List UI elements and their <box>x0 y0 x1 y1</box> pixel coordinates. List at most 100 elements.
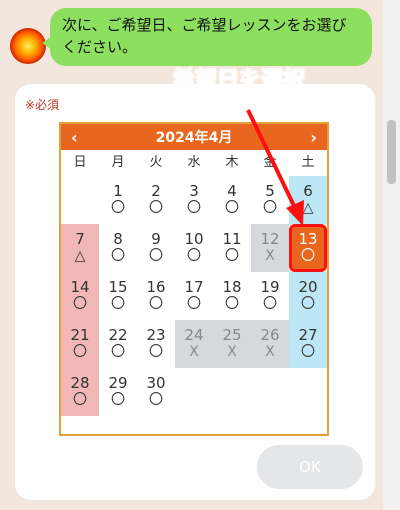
scrollbar-thumb[interactable] <box>387 120 396 184</box>
day-number: 11 <box>222 230 242 248</box>
calendar-day-cell[interactable]: 27 〇 <box>289 320 327 368</box>
availability-mark: X <box>227 344 237 360</box>
availability-mark: 〇 <box>73 296 87 312</box>
day-number: 9 <box>151 230 161 248</box>
calendar-day-cell[interactable]: 6 △ <box>289 176 327 224</box>
day-number: 7 <box>75 230 85 248</box>
day-number: 8 <box>113 230 123 248</box>
availability-mark: 〇 <box>149 392 163 408</box>
calendar-month-title: 2024年4月 <box>155 130 233 146</box>
weekday-label: 土 <box>301 155 315 170</box>
availability-mark: X <box>265 248 275 264</box>
page-scrollbar[interactable] <box>383 0 400 510</box>
availability-mark: 〇 <box>111 344 125 360</box>
availability-mark: 〇 <box>187 200 201 216</box>
availability-mark: 〇 <box>225 248 239 264</box>
calendar-day-cell[interactable]: 17 〇 <box>175 272 213 320</box>
calendar-day-cell[interactable]: 30 〇 <box>137 368 175 416</box>
calendar-day-cell[interactable]: 19 〇 <box>251 272 289 320</box>
required-label: ※必須 <box>25 98 60 112</box>
calendar-day-cell[interactable]: 10 〇 <box>175 224 213 272</box>
weekday-label: 月 <box>111 155 125 170</box>
calendar-day-cell[interactable]: 29 〇 <box>99 368 137 416</box>
day-number: 25 <box>222 326 242 344</box>
calendar-empty-cell <box>213 368 251 416</box>
calendar-day-cell[interactable]: 11 〇 <box>213 224 251 272</box>
day-number: 4 <box>227 182 237 200</box>
availability-mark: 〇 <box>301 248 315 264</box>
day-number: 6 <box>303 182 313 200</box>
availability-mark: 〇 <box>111 200 125 216</box>
availability-mark: X <box>265 344 275 360</box>
calendar-day-cell[interactable]: 7 △ <box>61 224 99 272</box>
availability-mark: 〇 <box>263 200 277 216</box>
calendar-day-cell[interactable]: 2〇 <box>137 176 175 224</box>
day-number: 28 <box>70 374 90 392</box>
calendar-day-cell[interactable]: 20 〇 <box>289 272 327 320</box>
calendar-day-cell[interactable]: 9〇 <box>137 224 175 272</box>
ok-button[interactable]: OK <box>257 445 363 489</box>
day-number: 10 <box>184 230 204 248</box>
availability-mark: 〇 <box>301 344 315 360</box>
calendar-day-cell[interactable]: 18 〇 <box>213 272 251 320</box>
calendar-day-cell: 25 X <box>213 320 251 368</box>
availability-mark: △ <box>74 248 86 264</box>
day-number: 14 <box>70 278 90 296</box>
calendar-empty-cell <box>289 368 327 416</box>
calendar-day-cell[interactable]: 3〇 <box>175 176 213 224</box>
calendar-empty-cell <box>175 368 213 416</box>
calendar-day-cell[interactable]: 1〇 <box>99 176 137 224</box>
availability-mark: 〇 <box>73 344 87 360</box>
availability-mark: 〇 <box>263 296 277 312</box>
calendar-day-cell[interactable]: 8〇 <box>99 224 137 272</box>
day-number: 23 <box>146 326 166 344</box>
availability-mark: 〇 <box>149 248 163 264</box>
calendar-header: ‹ 2024年4月 › <box>61 124 327 150</box>
day-number: 1 <box>113 182 123 200</box>
calendar-empty-cell <box>61 176 99 224</box>
availability-mark: 〇 <box>225 296 239 312</box>
day-number: 24 <box>184 326 204 344</box>
availability-mark: 〇 <box>187 296 201 312</box>
calendar-day-cell[interactable]: 13 〇 <box>289 224 327 272</box>
availability-mark: 〇 <box>225 200 239 216</box>
calendar-day-cell[interactable]: 5〇 <box>251 176 289 224</box>
availability-mark: 〇 <box>301 296 315 312</box>
calendar-grid: 1 〇 2 〇 3 〇 4 〇 5 〇 6 △ 7 △ 8 〇 9 〇 10 〇 11 〇 12 X 13 〇 14 〇 15 〇 16 〇 1… <box>61 176 327 416</box>
day-number: 17 <box>184 278 204 296</box>
calendar-day-cell[interactable]: 4〇 <box>213 176 251 224</box>
weekday-label: 金 <box>263 155 277 170</box>
day-number: 12 <box>260 230 280 248</box>
day-number: 15 <box>108 278 128 296</box>
calendar-day-cell[interactable]: 15 〇 <box>99 272 137 320</box>
availability-mark: 〇 <box>187 248 201 264</box>
availability-mark: 〇 <box>111 248 125 264</box>
day-number: 30 <box>146 374 166 392</box>
calendar-day-cell[interactable]: 28 〇 <box>61 368 99 416</box>
calendar-day-cell[interactable]: 23 〇 <box>137 320 175 368</box>
day-number: 27 <box>298 326 318 344</box>
day-number: 18 <box>222 278 242 296</box>
calendar-day-cell: 24 X <box>175 320 213 368</box>
day-number: 16 <box>146 278 166 296</box>
calendar-day-cell[interactable]: 21 〇 <box>61 320 99 368</box>
calendar-day-cell: 26 X <box>251 320 289 368</box>
availability-mark: X <box>189 344 199 360</box>
calendar-day-cell[interactable]: 16 〇 <box>137 272 175 320</box>
weekday-header: 日月火水木金土 <box>61 150 327 176</box>
chat-message-text: 次に、ご希望日、ご希望レッスンをお選びください。 <box>62 16 347 56</box>
calendar-day-cell[interactable]: 14 〇 <box>61 272 99 320</box>
day-number: 29 <box>108 374 128 392</box>
availability-mark: 〇 <box>111 296 125 312</box>
next-month-button[interactable]: › <box>310 128 317 147</box>
availability-mark: 〇 <box>73 392 87 408</box>
calendar-day-cell: 12 X <box>251 224 289 272</box>
availability-mark: 〇 <box>149 344 163 360</box>
calendar-day-cell[interactable]: 22 〇 <box>99 320 137 368</box>
day-number: 26 <box>260 326 280 344</box>
day-number: 22 <box>108 326 128 344</box>
day-number: 20 <box>298 278 318 296</box>
day-number: 19 <box>260 278 280 296</box>
availability-mark: 〇 <box>149 200 163 216</box>
prev-month-button[interactable]: ‹ <box>71 128 78 147</box>
